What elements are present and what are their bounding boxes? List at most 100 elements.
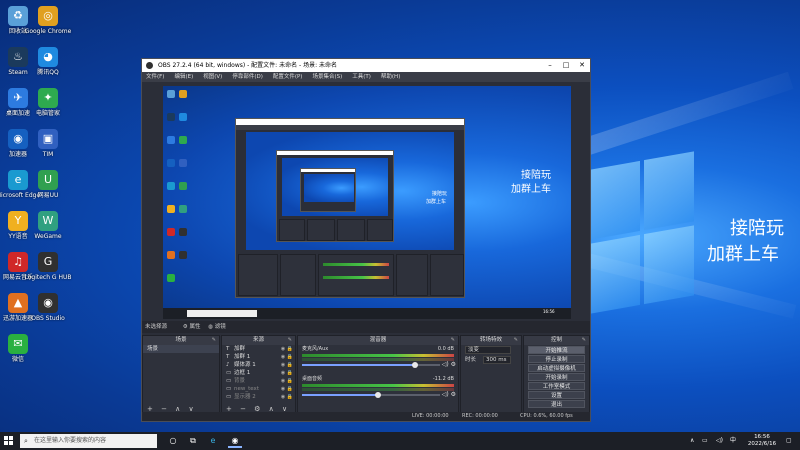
source-item[interactable]: ▭ 显示器 2 ◉ 🔒 (222, 393, 295, 401)
mixer-title: 混音器 (369, 337, 387, 343)
edge-taskbar-icon[interactable]: e (206, 434, 220, 448)
control-button[interactable]: 设置 (528, 391, 585, 399)
menu-item[interactable]: 工具(T) (352, 72, 371, 82)
source-item[interactable]: T 加群 ◉ 🔒 (222, 345, 295, 353)
source-item[interactable]: ▭ new_text ◉ 🔒 (222, 385, 295, 393)
slider-knob[interactable] (374, 392, 381, 398)
desktop-icon-label: TIM (42, 151, 54, 158)
taskbar-search[interactable]: ⌕ 在这里输入你要搜索的内容 (20, 434, 157, 448)
source-item[interactable]: ▭ 边框 1 ◉ 🔒 (222, 369, 295, 377)
control-button[interactable]: 启动虚拟摄像机 (528, 364, 585, 372)
minimize-icon[interactable]: – (542, 59, 558, 72)
menu-item[interactable]: 停靠部件(D) (232, 72, 263, 82)
desktop-icon-label: 微信 (11, 356, 24, 363)
menu-item[interactable]: 配置文件(P) (273, 72, 303, 82)
obs-window[interactable]: OBS 27.2.4 (64 bit, windows) - 配置文件: 未命名… (141, 58, 591, 422)
source-item[interactable]: T 加群 1 ◉ 🔒 (222, 353, 295, 361)
obs-titlebar[interactable]: OBS 27.2.4 (64 bit, windows) - 配置文件: 未命名… (142, 59, 590, 72)
obs-menubar: 文件(F) 编辑(E) 视图(V) 停靠部件(D) 配置文件(P) 场景集合(S) 工具(T… (142, 72, 590, 82)
source-name: 媒体源 1 (234, 362, 256, 368)
filters-button[interactable]: ◍ 滤镜 (208, 324, 226, 330)
mute-settings-icon[interactable]: ◁) ⚙ (442, 361, 456, 368)
desktop-icon[interactable]: ◉ OBS Studio (22, 293, 74, 322)
mixer-track: 麦克风/Aux 0.0 dB ◁) ⚙ (298, 345, 458, 375)
task-view-icon[interactable]: ⧉ (186, 434, 200, 448)
control-button[interactable]: 工作室模式 (528, 382, 585, 390)
obs-preview[interactable]: 接陪玩 加群上车 接陪玩 加群上车 16:56 (163, 86, 571, 319)
visibility-lock-icon[interactable]: ◉ 🔒 (281, 369, 293, 377)
maximize-icon[interactable]: □ (558, 59, 574, 72)
volume-slider[interactable]: ◁) ⚙ (302, 361, 456, 368)
desktop-icon-label: 腾讯QQ (37, 69, 59, 76)
source-item[interactable]: ♪ 媒体源 1 ◉ 🔒 (222, 361, 295, 369)
control-button[interactable]: 停止录制 (528, 355, 585, 363)
cpu-status: CPU: 0.6%, 60.00 fps (520, 413, 573, 419)
obs-taskbar-icon[interactable]: ◉ (228, 434, 242, 448)
dock-float-icon[interactable]: ✎ (212, 336, 216, 345)
desktop-icon[interactable]: W WeGame (22, 211, 74, 240)
search-icon: ⌕ (24, 437, 28, 445)
mixer-track-name: 桌面音频 (302, 376, 323, 382)
cortana-icon[interactable]: ○ (166, 434, 180, 448)
control-button[interactable]: 开始录制 (528, 373, 585, 381)
taskbar-clock[interactable]: 16:56 2022/6/16 (742, 434, 782, 448)
volume-icon[interactable]: ◁) (716, 432, 723, 450)
desktop-icon[interactable]: U 网易UU (22, 170, 74, 199)
preview-recycle-bin-icon (167, 90, 175, 98)
wechat-icon: ✉ (8, 334, 28, 354)
desktop-icon-label: OBS Studio (31, 315, 65, 322)
source-name: 加群 (234, 346, 246, 352)
desktop-icon[interactable]: G Logitech G HUB (22, 252, 74, 281)
tray-chevron-icon[interactable]: ∧ (690, 432, 694, 450)
notification-icon[interactable]: ▢ (786, 432, 792, 450)
desktop-icon[interactable]: ✦ 电脑管家 (22, 88, 74, 117)
mute-settings-icon[interactable]: ◁) ⚙ (442, 391, 456, 398)
slider-knob[interactable] (412, 362, 419, 368)
controls-title: 控制 (550, 337, 562, 343)
visibility-lock-icon[interactable]: ◉ 🔒 (281, 353, 293, 361)
visibility-lock-icon[interactable]: ◉ 🔒 (281, 393, 293, 401)
nested-obs-capture-2 (276, 150, 394, 242)
chrome-icon: ◎ (38, 6, 58, 26)
scene-item[interactable]: 场景 (143, 345, 219, 353)
menu-item[interactable]: 视图(V) (203, 72, 222, 82)
network-icon[interactable]: ▭ (702, 432, 708, 450)
source-item[interactable]: ▭ 背景 ◉ 🔒 (222, 377, 295, 385)
control-button[interactable]: 退出 (528, 400, 585, 408)
volume-slider[interactable]: ◁) ⚙ (302, 391, 456, 398)
desktop-icon-label: 网易UU (37, 192, 59, 199)
nested-overlay-1: 接陪玩 (432, 191, 448, 197)
transition-select[interactable]: 淡变 (465, 346, 511, 354)
dock-float-icon[interactable]: ✎ (451, 336, 455, 345)
desktop-icon[interactable]: ✉ 微信 (0, 334, 44, 363)
close-icon[interactable]: ✕ (574, 59, 590, 72)
properties-button[interactable]: ⚙ 属性 (183, 324, 201, 330)
preview-uu-icon (179, 182, 187, 190)
filters-label: 滤镜 (214, 324, 226, 330)
uu-icon: U (38, 170, 58, 190)
dock-float-icon[interactable]: ✎ (288, 336, 292, 345)
visibility-lock-icon[interactable]: ◉ 🔒 (281, 377, 293, 385)
desktop-icon[interactable]: ◕ 腾讯QQ (22, 47, 74, 76)
source-type-icon: ▭ (226, 370, 232, 376)
visibility-lock-icon[interactable]: ◉ 🔒 (281, 361, 293, 369)
menu-item[interactable]: 编辑(E) (174, 72, 193, 82)
desktop-icon[interactable]: ◎ Google Chrome (22, 6, 74, 35)
dock-float-icon[interactable]: ✎ (514, 336, 518, 345)
menu-item[interactable]: 文件(F) (146, 72, 164, 82)
menu-item[interactable]: 帮助(H) (381, 72, 400, 82)
start-button[interactable] (4, 436, 14, 446)
duration-input[interactable]: 300 ms (483, 356, 511, 364)
transition-type-row[interactable]: 淡变 (461, 345, 521, 355)
preview-logitech-icon (179, 228, 187, 236)
control-button[interactable]: 开始推流 (528, 346, 585, 354)
ime-icon[interactable]: 中 (730, 432, 736, 450)
preview-clock: 16:56 (543, 309, 555, 314)
menu-item[interactable]: 场景集合(S) (312, 72, 342, 82)
properties-label: 属性 (189, 324, 201, 330)
desktop-icon[interactable]: ▣ TIM (22, 129, 74, 158)
visibility-lock-icon[interactable]: ◉ 🔒 (281, 385, 293, 393)
visibility-lock-icon[interactable]: ◉ 🔒 (281, 345, 293, 353)
rec-status: REC: 00:00:00 (462, 413, 498, 419)
dock-float-icon[interactable]: ✎ (582, 336, 586, 345)
